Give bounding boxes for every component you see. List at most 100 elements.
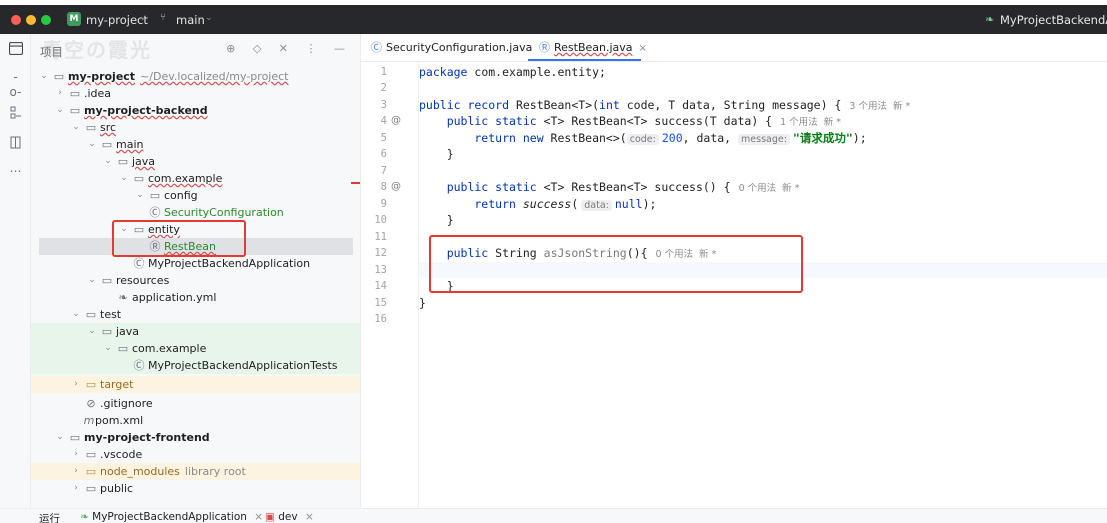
chevron-down-icon[interactable]: ⌄ bbox=[139, 13, 147, 23]
tab-restbean[interactable]: Ⓡ RestBean.java × bbox=[539, 34, 647, 62]
line-number: 5 bbox=[380, 132, 387, 144]
code-token: , data, bbox=[682, 131, 739, 145]
usage-hint[interactable]: 1 个用法 新 * bbox=[780, 117, 841, 128]
window-close-button[interactable] bbox=[11, 15, 21, 25]
tree-item-restbean[interactable]: Ⓡ RestBean bbox=[39, 238, 353, 255]
chevron-down-icon[interactable]: ⌄ bbox=[87, 323, 97, 340]
chevron-down-icon[interactable]: ⌄ bbox=[205, 13, 213, 23]
tree-item-config[interactable]: ⌄ ▭ config bbox=[31, 187, 360, 204]
chevron-down-icon[interactable]: ⌄ bbox=[87, 272, 97, 289]
spring-icon: ❧ bbox=[80, 511, 89, 523]
code-token: package bbox=[419, 65, 468, 79]
line-number: 2 bbox=[380, 82, 387, 94]
branch-icon[interactable]: ⑂ bbox=[160, 12, 166, 23]
window-minimize-button[interactable] bbox=[26, 15, 36, 25]
tree-item-application-yml[interactable]: ❧ application.yml bbox=[31, 289, 360, 306]
override-marker-icon[interactable]: @ bbox=[391, 179, 401, 195]
commit-icon[interactable]: -o- bbox=[8, 70, 23, 99]
chevron-down-icon[interactable]: ⌄ bbox=[71, 119, 81, 136]
run-tool-label[interactable]: 运行 bbox=[39, 511, 60, 523]
code-area[interactable]: package com.example.entity; public recor… bbox=[419, 62, 1107, 508]
branch-switcher[interactable]: main bbox=[176, 13, 205, 27]
tree-item-target[interactable]: › ▭ target bbox=[31, 376, 360, 393]
project-icon[interactable] bbox=[8, 41, 23, 57]
tree-item-main[interactable]: ⌄ ▭ main bbox=[31, 136, 360, 153]
more-icon[interactable]: ⋯ bbox=[8, 164, 23, 179]
chevron-down-icon[interactable]: ⌄ bbox=[119, 170, 129, 187]
run-tab-backend[interactable]: ❧ MyProjectBackendApplication × bbox=[80, 511, 263, 523]
tree-item-node-modules[interactable]: › ▭ node_modules library root bbox=[31, 463, 360, 480]
tree-item-pom-xml[interactable]: m pom.xml bbox=[31, 412, 360, 429]
override-marker-icon[interactable]: @ bbox=[391, 113, 401, 129]
panel-actions[interactable]: ⊕ ◇ ✕ ⋮ — bbox=[226, 42, 352, 55]
tree-item-java[interactable]: ⌄ ▭ java bbox=[31, 153, 360, 170]
code-token: <T> RestBean<T> success(T data) { bbox=[536, 114, 773, 128]
package-icon: ▭ bbox=[133, 172, 145, 185]
close-icon[interactable]: × bbox=[254, 511, 263, 523]
usage-hint[interactable]: 0 个用法 新 * bbox=[656, 249, 717, 260]
tree-item-my-project-frontend[interactable]: ⌄ ▭ my-project-frontend bbox=[31, 429, 360, 446]
usage-hint[interactable]: 0 个用法 新 * bbox=[739, 183, 800, 194]
active-tab-indicator bbox=[528, 59, 641, 61]
tree-item-gitignore[interactable]: ⊘ .gitignore bbox=[31, 395, 360, 412]
excluded-folder-icon: ▭ bbox=[85, 378, 97, 391]
folder-icon: ▭ bbox=[101, 138, 113, 151]
chevron-right-icon[interactable]: › bbox=[71, 446, 81, 463]
tree-item-resources[interactable]: ⌄ ▭ resources bbox=[31, 272, 360, 289]
tree-item-security-configuration[interactable]: Ⓒ SecurityConfiguration bbox=[31, 204, 360, 221]
chevron-down-icon[interactable]: ⌄ bbox=[39, 68, 49, 85]
tree-item-public[interactable]: › ▭ public bbox=[31, 480, 360, 497]
close-icon[interactable]: × bbox=[305, 511, 314, 523]
tree-item-label: target bbox=[100, 378, 134, 391]
tree-item-label: test bbox=[100, 308, 122, 321]
tree-item-label: .vscode bbox=[100, 448, 143, 461]
chevron-right-icon[interactable]: › bbox=[55, 85, 65, 102]
tree-item-entity[interactable]: ⌄ ▭ entity bbox=[31, 221, 360, 238]
tree-item-vscode[interactable]: › ▭ .vscode bbox=[31, 446, 360, 463]
code-token: ( bbox=[571, 197, 579, 211]
structure-icon[interactable] bbox=[8, 106, 23, 121]
chevron-right-icon[interactable]: › bbox=[71, 376, 81, 393]
chevron-down-icon[interactable]: ⌄ bbox=[103, 153, 113, 170]
chevron-right-icon[interactable]: › bbox=[71, 480, 81, 497]
tree-item-application-tests[interactable]: Ⓒ MyProjectBackendApplicationTests bbox=[31, 357, 360, 374]
chevron-down-icon[interactable]: ⌄ bbox=[71, 306, 81, 323]
tree-item-my-project-backend-application[interactable]: Ⓒ MyProjectBackendApplication bbox=[31, 255, 360, 272]
tree-item-test[interactable]: ⌄ ▭ test bbox=[31, 306, 360, 323]
module-icon: ▭ bbox=[53, 70, 65, 83]
tree-item-my-project[interactable]: ⌄ ▭ my-project ~/Dev.localized/my-project bbox=[31, 68, 360, 85]
code-token: ); bbox=[642, 197, 657, 211]
chevron-down-icon[interactable]: ⌄ bbox=[55, 429, 65, 446]
chevron-down-icon[interactable]: ⌄ bbox=[119, 221, 129, 238]
chevron-down-icon[interactable]: ⌄ bbox=[55, 102, 65, 119]
chevron-right-icon[interactable]: › bbox=[71, 463, 81, 480]
test-folder-icon: ▭ bbox=[101, 325, 113, 338]
module-icon: ▭ bbox=[69, 431, 81, 444]
package-icon: ▭ bbox=[117, 342, 129, 355]
line-number: 6 bbox=[380, 148, 387, 160]
project-badge[interactable]: M bbox=[67, 12, 81, 26]
tab-security-configuration[interactable]: Ⓒ SecurityConfiguration.java bbox=[371, 34, 532, 62]
run-tab-dev[interactable]: ▣ dev × bbox=[265, 511, 314, 523]
tree-item-idea[interactable]: › ▭ .idea bbox=[31, 85, 360, 102]
code-token: (){ bbox=[626, 246, 648, 260]
window-maximize-button[interactable] bbox=[41, 15, 51, 25]
chevron-down-icon[interactable]: ⌄ bbox=[87, 136, 97, 153]
project-panel: 青空の霞光 项目 ⊕ ◇ ✕ ⋮ — ⌄ ▭ my-project ~/Dev.l… bbox=[31, 34, 361, 508]
code-token: public bbox=[419, 246, 489, 260]
class-icon: Ⓒ bbox=[371, 41, 382, 54]
close-icon[interactable]: × bbox=[639, 43, 647, 54]
tree-item-test-java[interactable]: ⌄ ▭ java bbox=[31, 323, 360, 340]
tree-item-com-example[interactable]: ⌄ ▭ com.example bbox=[31, 170, 360, 187]
tree-item-test-com-example[interactable]: ⌄ ▭ com.example bbox=[31, 340, 360, 357]
run-configuration-selector[interactable]: MyProjectBackendApp bbox=[1000, 13, 1107, 27]
line-gutter: 1 2 3 4 5 6 7 8 9 10 11 12 13 14 15 16 @… bbox=[361, 62, 418, 508]
bookmark-icon[interactable] bbox=[8, 136, 23, 151]
tree-item-src[interactable]: ⌄ ▭ src bbox=[31, 119, 360, 136]
chevron-down-icon[interactable]: ⌄ bbox=[135, 187, 145, 204]
code-token: "请求成功" bbox=[792, 131, 853, 145]
usage-hint[interactable]: 3 个用法 新 * bbox=[849, 101, 910, 112]
tree-item-my-project-backend[interactable]: ⌄ ▭ my-project-backend bbox=[31, 102, 360, 119]
chevron-down-icon[interactable]: ⌄ bbox=[103, 340, 113, 357]
tree-item-label: MyProjectBackendApplicationTests bbox=[148, 359, 338, 372]
